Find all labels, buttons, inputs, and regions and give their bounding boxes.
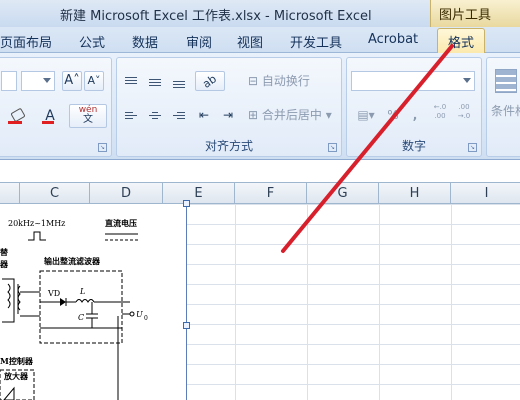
annotation-overlay	[281, 44, 454, 253]
red-pointer-line	[281, 44, 454, 253]
